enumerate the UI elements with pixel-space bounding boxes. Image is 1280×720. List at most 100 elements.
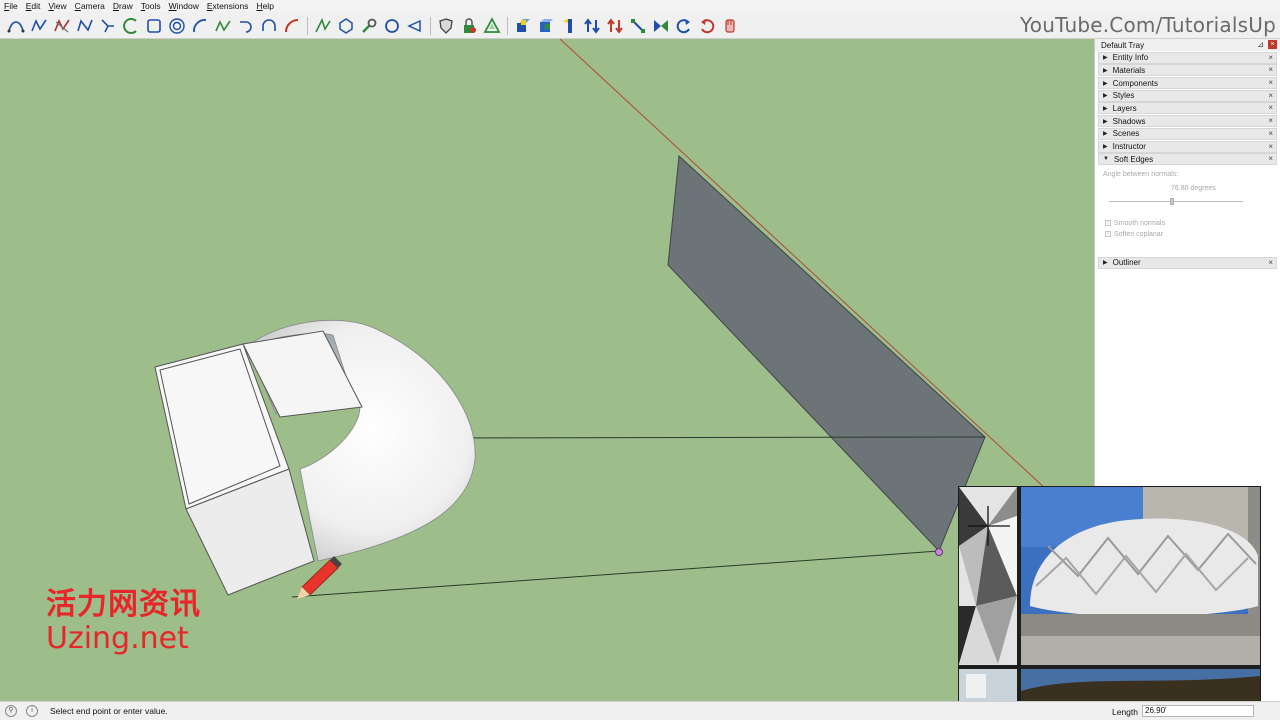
bezier-curve-icon[interactable]	[6, 16, 26, 36]
info-icon[interactable]: i	[26, 705, 38, 717]
panel-styles[interactable]: ▶ Styles ×	[1098, 89, 1277, 102]
geolocation-icon[interactable]: ⚲	[5, 705, 17, 717]
status-message: Select end point or enter value.	[50, 706, 168, 716]
arc-blue-icon[interactable]	[190, 16, 210, 36]
offset-circle-icon[interactable]	[167, 16, 187, 36]
panel-close-icon[interactable]: ×	[1268, 65, 1273, 74]
arc-tangent-icon[interactable]	[236, 16, 256, 36]
checkbox-icon: ✓	[1105, 231, 1111, 238]
panel-close-icon[interactable]: ×	[1268, 91, 1273, 100]
checkbox-icon: ✓	[1105, 220, 1111, 227]
panel-shadows[interactable]: ▶ Shadows ×	[1098, 115, 1277, 128]
panel-close-icon[interactable]: ×	[1268, 154, 1273, 163]
grey-plane[interactable]	[667, 154, 986, 552]
line-green-icon[interactable]	[313, 16, 333, 36]
panel-entity-info[interactable]: ▶ Entity Info ×	[1098, 51, 1277, 64]
rotate-red-icon[interactable]	[697, 16, 717, 36]
toolbar-separator	[307, 16, 308, 35]
panel-close-icon[interactable]: ×	[1268, 142, 1273, 151]
pointer-hand-icon[interactable]	[720, 16, 740, 36]
freehand-line-icon[interactable]	[29, 16, 49, 36]
lasso-icon[interactable]	[405, 16, 425, 36]
logo-chinese-text: 活力网资讯	[46, 587, 201, 622]
panel-close-icon[interactable]: ×	[1268, 53, 1273, 62]
panel-close-icon[interactable]: ×	[1268, 78, 1273, 87]
push-pull-blue-icon[interactable]	[513, 16, 533, 36]
recycle-icon[interactable]	[482, 16, 502, 36]
menu-file[interactable]: File	[4, 1, 18, 11]
extrude-vertical-icon[interactable]	[559, 16, 579, 36]
close-icon[interactable]: ×	[1268, 40, 1277, 49]
length-input[interactable]: 26.90'	[1142, 705, 1254, 717]
wrench-icon[interactable]	[359, 16, 379, 36]
panel-label: Soft Edges	[1113, 154, 1154, 164]
lock-icon[interactable]	[459, 16, 479, 36]
vcb-label: Length	[1112, 707, 1138, 717]
checkbox-label: Soften coplanar	[1114, 230, 1164, 238]
menu-view[interactable]: View	[48, 1, 66, 11]
expand-triangle-icon: ▶	[1103, 118, 1108, 125]
panel-label: Styles	[1112, 91, 1135, 101]
expand-triangle-icon: ▶	[1103, 144, 1108, 150]
arc-compound-icon[interactable]	[259, 16, 279, 36]
panel-scenes[interactable]: ▶ Scenes ×	[1098, 127, 1277, 140]
toolbar-icons	[6, 15, 743, 36]
smooth-normals-checkbox[interactable]: ✓ Smooth normals	[1105, 220, 1165, 227]
panel-materials[interactable]: ▶ Materials ×	[1098, 64, 1277, 77]
polyline-icon[interactable]	[75, 16, 95, 36]
expand-triangle-icon: ▶	[1103, 131, 1108, 138]
menu-draw[interactable]: Draw	[113, 1, 133, 11]
panel-layers[interactable]: ▶ Layers ×	[1098, 102, 1277, 115]
menu-camera[interactable]: Camera	[75, 1, 105, 11]
panel-outliner[interactable]: ▶ Outliner ×	[1098, 256, 1277, 269]
panel-soft-edges[interactable]: ▼ Soft Edges ×	[1098, 153, 1277, 166]
menu-window[interactable]: Window	[169, 1, 199, 11]
site-logo: 活力网资讯 Uzing.net	[46, 588, 201, 656]
toolbar: YouTube.Com/TutorialsUp	[0, 12, 1280, 39]
arrows-red-icon[interactable]	[605, 16, 625, 36]
panel-close-icon[interactable]: ×	[1268, 103, 1273, 112]
menu-edit[interactable]: Edit	[26, 1, 41, 11]
endpoint-marker	[935, 548, 943, 556]
toolbar-separator	[430, 16, 431, 35]
polyline-green-icon[interactable]	[213, 16, 233, 36]
rectangle-icon[interactable]	[144, 16, 164, 36]
panel-label: Components	[1112, 78, 1158, 88]
polygon-icon[interactable]	[336, 16, 356, 36]
tray-title: Default Tray	[1101, 40, 1145, 50]
mirror-icon[interactable]	[651, 16, 671, 36]
angle-slider-thumb[interactable]	[1169, 197, 1174, 205]
expand-triangle-icon: ▶	[1103, 80, 1108, 87]
circle-icon[interactable]	[382, 16, 402, 36]
arrows-up-down-icon[interactable]	[582, 16, 602, 36]
panel-close-icon[interactable]: ×	[1268, 129, 1273, 138]
panel-label: Instructor	[1112, 142, 1146, 151]
panel-label: Shadows	[1112, 116, 1146, 126]
soft-edges-body: Angle between normals: 76.80 degrees ✓ Sm…	[1095, 166, 1280, 256]
arc-red-icon[interactable]	[282, 16, 302, 36]
bezier-spline-icon[interactable]	[98, 16, 118, 36]
angle-slider[interactable]	[1109, 200, 1243, 202]
channel-watermark: YouTube.Com/TutorialsUp	[1020, 13, 1276, 37]
panel-components[interactable]: ▶ Components ×	[1098, 77, 1277, 90]
panel-label: Outliner	[1112, 258, 1141, 268]
panel-instructor[interactable]: ▶ Instructor ×	[1098, 140, 1277, 153]
shape-bender-icon[interactable]	[52, 16, 72, 36]
panel-label: Layers	[1112, 103, 1137, 113]
toolbar-separator	[507, 16, 508, 35]
angle-label: Angle between normals:	[1103, 170, 1179, 178]
panel-close-icon[interactable]: ×	[1268, 258, 1273, 267]
arc-green-icon[interactable]	[121, 16, 141, 36]
expand-triangle-icon: ▶	[1103, 93, 1108, 100]
panel-close-icon[interactable]: ×	[1268, 116, 1273, 125]
menu-extensions[interactable]: Extensions	[207, 1, 249, 11]
rotate-left-icon[interactable]	[674, 16, 694, 36]
scale-diagonal-icon[interactable]	[628, 16, 648, 36]
menu-help[interactable]: Help	[256, 1, 273, 11]
shield-icon[interactable]	[436, 16, 456, 36]
checkbox-label: Smooth normals	[1114, 219, 1165, 227]
push-pull-cube-icon[interactable]	[536, 16, 556, 36]
soften-coplanar-checkbox[interactable]: ✓ Soften coplanar	[1105, 231, 1163, 238]
menu-tools[interactable]: Tools	[141, 1, 161, 11]
pin-icon[interactable]: ⊿	[1257, 40, 1264, 49]
